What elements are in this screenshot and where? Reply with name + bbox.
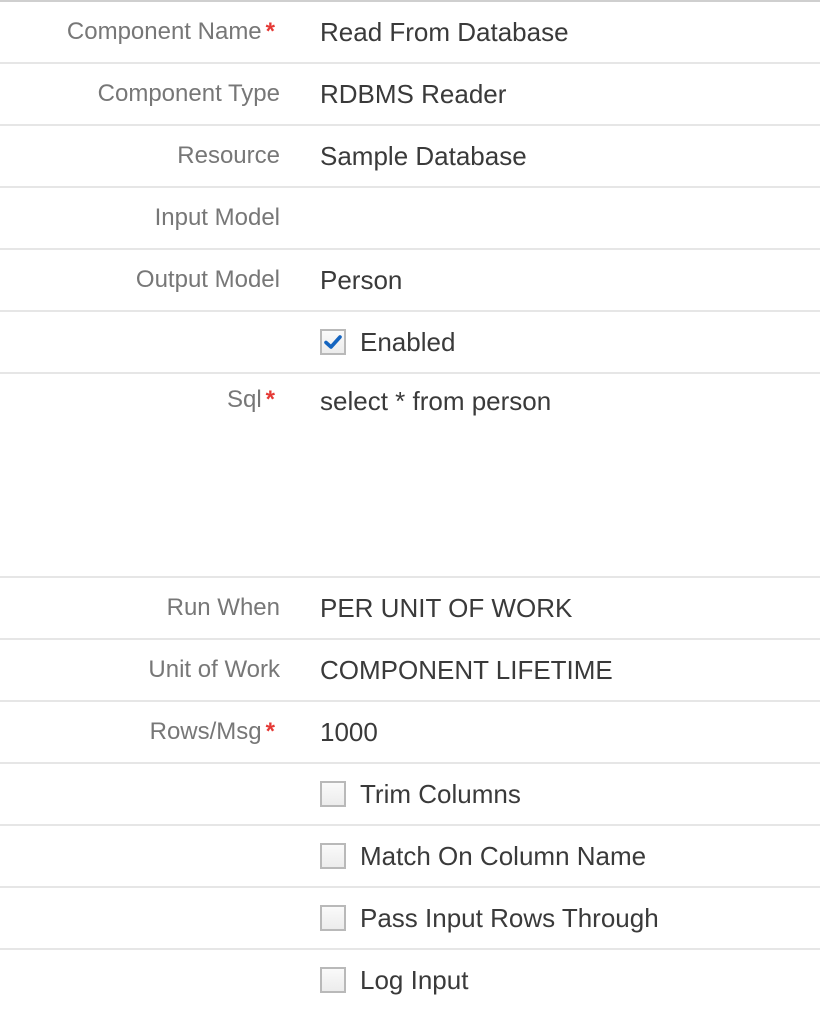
field-row-trim-columns: Trim Columns (0, 764, 820, 826)
trim-columns-checkbox[interactable]: Trim Columns (320, 779, 521, 810)
field-label: Run When (166, 594, 280, 621)
unit-of-work-value[interactable]: COMPONENT LIFETIME (320, 655, 613, 686)
label-text: Component Name (66, 18, 262, 45)
label-text: Sql (226, 386, 262, 413)
sql-editor[interactable]: select * from person (320, 386, 551, 417)
field-row-sql: Sql * select * from person (0, 374, 820, 578)
checkbox-unchecked[interactable] (320, 967, 346, 993)
field-label: Input Model (154, 204, 280, 231)
checkbox-label: Pass Input Rows Through (360, 902, 659, 933)
label-text: Rows/Msg (149, 718, 262, 745)
checkbox-unchecked[interactable] (320, 843, 346, 869)
field-row-match-on-column-name: Match On Column Name (0, 826, 820, 888)
field-label: Sql * (0, 386, 280, 414)
field-row-unit-of-work: Unit of Work COMPONENT LIFETIME (0, 640, 820, 702)
enabled-label: Enabled (360, 326, 456, 357)
field-label: Output Model (135, 266, 280, 293)
resource-value[interactable]: Sample Database (320, 141, 527, 172)
required-marker-icon: * (265, 18, 275, 45)
checkbox-checked[interactable] (320, 329, 346, 355)
enabled-checkbox[interactable]: Enabled (320, 327, 455, 358)
field-label: Rows/Msg * (0, 718, 280, 746)
output-model-value[interactable]: Person (320, 265, 402, 296)
checkbox-unchecked[interactable] (320, 905, 346, 931)
field-row-resource: Resource Sample Database (0, 126, 820, 188)
field-row-component-type: Component Type RDBMS Reader (0, 64, 820, 126)
run-when-value[interactable]: PER UNIT OF WORK (320, 593, 572, 624)
field-label: Component Type (97, 80, 280, 107)
checkbox-unchecked[interactable] (320, 781, 346, 807)
field-row-run-when: Run When PER UNIT OF WORK (0, 578, 820, 640)
component-properties-form: Component Name * Read From Database Compo… (0, 0, 820, 1010)
pass-input-rows-through-checkbox[interactable]: Pass Input Rows Through (320, 903, 659, 934)
checkmark-icon (324, 335, 342, 349)
field-row-output-model: Output Model Person (0, 250, 820, 312)
field-row-component-name: Component Name * Read From Database (0, 2, 820, 64)
field-row-input-model: Input Model (0, 188, 820, 250)
field-row-rows-per-msg: Rows/Msg * 1000 (0, 702, 820, 764)
match-on-column-name-checkbox[interactable]: Match On Column Name (320, 841, 646, 872)
rows-per-msg-value[interactable]: 1000 (320, 717, 378, 748)
field-row-enabled: Enabled (0, 312, 820, 374)
component-name-value[interactable]: Read From Database (320, 17, 569, 48)
required-marker-icon: * (265, 386, 275, 413)
field-row-log-input: Log Input (0, 950, 820, 1010)
checkbox-label: Log Input (360, 964, 469, 995)
field-row-pass-input-rows-through: Pass Input Rows Through (0, 888, 820, 950)
checkbox-label: Trim Columns (360, 778, 521, 809)
field-label: Unit of Work (148, 656, 280, 683)
log-input-checkbox[interactable]: Log Input (320, 965, 468, 996)
required-marker-icon: * (265, 718, 275, 745)
checkbox-label: Match On Column Name (360, 840, 647, 871)
field-label: Resource (177, 142, 280, 169)
component-type-value: RDBMS Reader (320, 78, 507, 109)
field-label: Component Name * (0, 18, 280, 46)
